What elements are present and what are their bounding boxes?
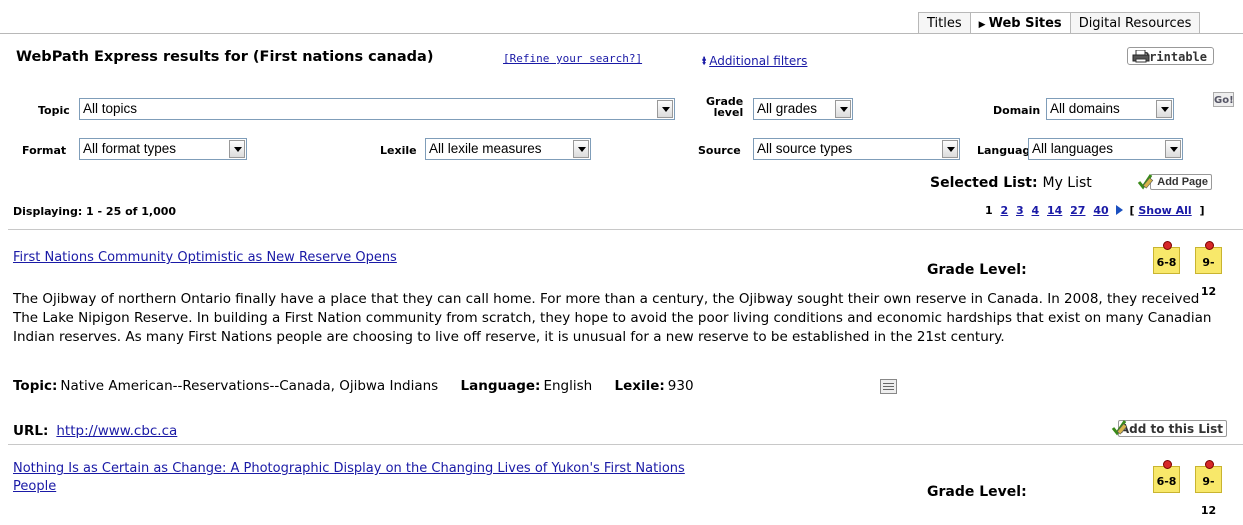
double-chevron-up-icon: ⭽ [702, 54, 707, 68]
chevron-down-icon [835, 100, 851, 118]
domain-select[interactable]: All domains [1046, 98, 1174, 120]
domain-select-value: All domains [1050, 101, 1120, 116]
topic-meta-label: Topic: [13, 378, 58, 394]
grade-select[interactable]: All grades [753, 98, 853, 120]
tab-bar: Titles ▶ Web Sites Digital Resources [918, 12, 1201, 34]
result-title-link[interactable]: Nothing Is as Certain as Change: A Photo… [13, 460, 685, 496]
result-title-link[interactable]: First Nations Community Optimistic as Ne… [13, 250, 397, 265]
page-link[interactable]: 27 [1070, 204, 1085, 217]
selected-list: Selected List: My List [930, 175, 1092, 191]
pushpin-icon [1163, 460, 1172, 469]
chevron-down-icon [1156, 100, 1172, 118]
add-to-list-button[interactable]: Add to this List [1111, 420, 1227, 437]
lexile-select[interactable]: All lexile measures [425, 138, 591, 160]
chevron-down-icon [1165, 140, 1181, 158]
additional-filters[interactable]: ⭽ Additional filters [702, 52, 807, 73]
format-label: Format [22, 144, 67, 157]
page-link[interactable]: 14 [1047, 204, 1062, 217]
domain-label: Domain [993, 104, 1041, 117]
grade-level-label: Grade Level: [927, 262, 1027, 278]
tab-titles[interactable]: Titles [918, 12, 971, 34]
format-select-value: All format types [83, 141, 177, 156]
result-url: URL: http://www.cbc.ca [13, 423, 177, 439]
lexile-meta-label: Lexile: [614, 378, 665, 394]
grade-level-label: Grade level [706, 96, 743, 118]
source-label: Source [698, 144, 741, 157]
grade-label-line2: level [713, 106, 744, 119]
show-all-link[interactable]: Show All [1138, 204, 1191, 217]
printable-button[interactable]: Printable [1127, 47, 1214, 65]
page-title: WebPath Express results for (First natio… [16, 49, 434, 65]
lexile-select-value: All lexile measures [429, 141, 542, 156]
add-to-list-label: Add to this List [1119, 422, 1223, 436]
pushpin-icon [1163, 241, 1172, 250]
printer-icon [1132, 50, 1150, 63]
language-meta-value: English [543, 378, 593, 394]
topic-select[interactable]: All topics [79, 98, 675, 120]
printable-label: Printable [1141, 50, 1207, 64]
refine-search-link[interactable]: [Refine your search?] [503, 52, 642, 65]
source-select[interactable]: All source types [753, 138, 960, 160]
grade-badge[interactable]: 6-8 [1153, 460, 1180, 493]
chevron-down-icon [229, 140, 245, 158]
divider [8, 444, 1243, 445]
source-select-value: All source types [757, 141, 853, 156]
grade-badge[interactable]: 9-12 [1195, 460, 1222, 517]
grade-badge-label: 9-12 [1200, 475, 1217, 517]
result-url-link[interactable]: http://www.cbc.ca [56, 423, 177, 439]
tab-web-sites-label: Web Sites [988, 16, 1062, 31]
pushpin-icon [1205, 460, 1214, 469]
grade-badge[interactable]: 9-12 [1195, 241, 1222, 298]
show-all-open-bracket: [ [1129, 204, 1135, 217]
topic-meta-value: Native American--Reservations--Canada, O… [60, 378, 439, 394]
go-button[interactable]: Go! [1213, 92, 1234, 107]
pencil-check-icon [1111, 420, 1128, 436]
results-count: Displaying: 1 - 25 of 1,000 [13, 205, 177, 218]
url-label: URL: [13, 423, 49, 439]
triangle-right-icon: ▶ [978, 20, 986, 30]
language-select-value: All languages [1032, 141, 1114, 156]
language-meta-label: Language: [460, 378, 541, 394]
grade-badge-label: 6-8 [1156, 256, 1177, 269]
lexile-label: Lexile [380, 144, 417, 157]
chevron-down-icon [942, 140, 958, 158]
tab-underline [0, 33, 1243, 34]
chevron-down-icon [573, 140, 589, 158]
show-all-close-bracket: ] [1199, 204, 1205, 217]
page-link[interactable]: 4 [1032, 204, 1040, 217]
tab-digital-resources[interactable]: Digital Resources [1069, 12, 1201, 34]
page-link[interactable]: 2 [1001, 204, 1009, 217]
current-page: 1 [985, 204, 993, 217]
page-link[interactable]: 40 [1093, 204, 1108, 217]
add-page-button[interactable]: Add Page [1137, 174, 1212, 190]
grade-select-value: All grades [757, 101, 818, 116]
topic-label: Topic [38, 104, 70, 117]
result-title-line2: People [13, 479, 57, 494]
selected-list-name: My List [1042, 175, 1092, 191]
page-link[interactable]: 3 [1016, 204, 1024, 217]
chevron-down-icon [657, 100, 673, 118]
grade-level-label: Grade Level: [927, 484, 1027, 500]
next-page-icon[interactable] [1116, 205, 1124, 215]
pagination: 1 2 3 4 14 27 40 [ Show All ] [985, 204, 1205, 217]
add-page-label: Add Page [1157, 176, 1208, 188]
result-title-line1: Nothing Is as Certain as Change: A Photo… [13, 461, 685, 476]
tab-titles-label: Titles [927, 16, 962, 31]
tab-web-sites[interactable]: ▶ Web Sites [969, 12, 1071, 34]
format-select[interactable]: All format types [79, 138, 247, 160]
grade-badge-label: 6-8 [1156, 475, 1177, 488]
additional-filters-link[interactable]: Additional filters [709, 54, 807, 68]
result-meta: Topic: Native American--Reservations--Can… [13, 378, 694, 394]
result-description: The Ojibway of northern Ontario finally … [13, 291, 1212, 345]
lexile-meta-value: 930 [667, 378, 694, 394]
citation-icon[interactable] [880, 379, 897, 394]
pushpin-icon [1205, 241, 1214, 250]
topic-select-value: All topics [83, 101, 138, 116]
selected-list-label: Selected List: [930, 175, 1038, 191]
pencil-check-icon [1137, 174, 1154, 190]
grade-badge[interactable]: 6-8 [1153, 241, 1180, 274]
tab-digital-resources-label: Digital Resources [1078, 16, 1192, 31]
divider [8, 229, 1243, 230]
language-select[interactable]: All languages [1028, 138, 1183, 160]
